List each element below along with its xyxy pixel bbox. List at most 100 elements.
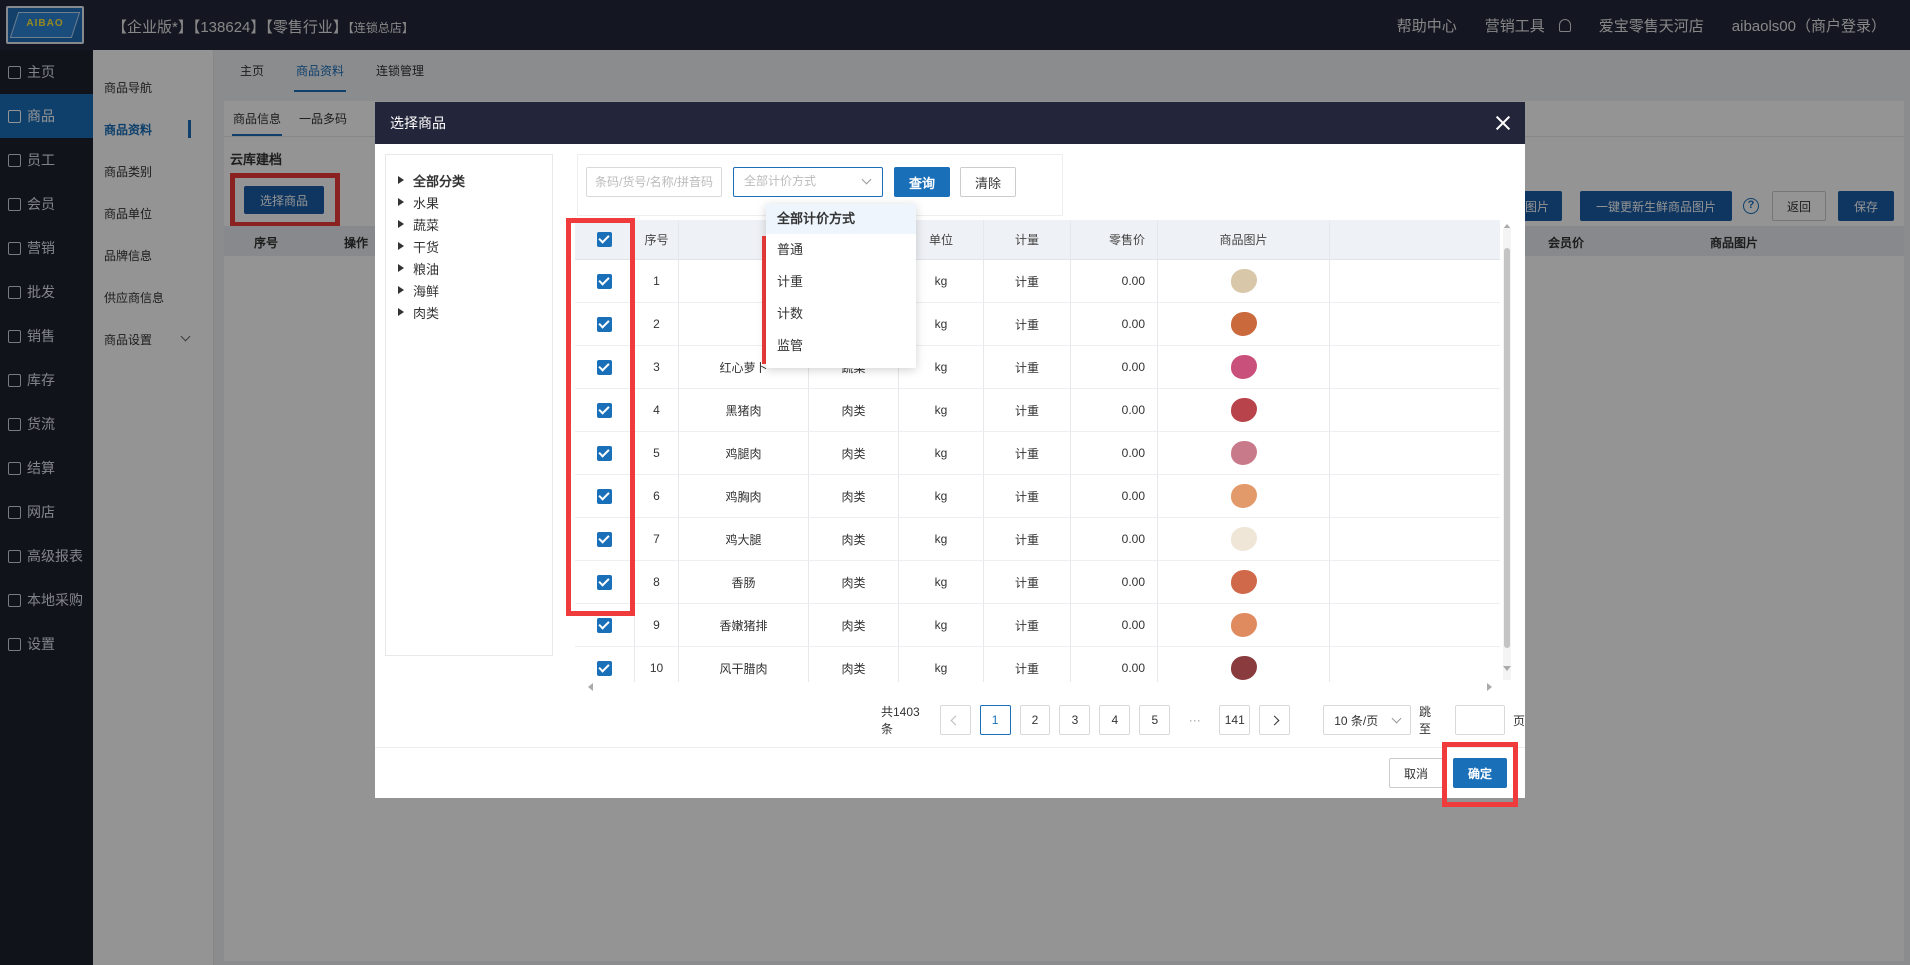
table-row[interactable]: 9 香嫩猪排 肉类 kg 计重 0.00	[575, 604, 1500, 647]
cell-no: 4	[635, 389, 679, 431]
product-thumbnail	[1230, 613, 1257, 637]
row-checkbox[interactable]	[597, 402, 612, 418]
clear-button[interactable]: 清除	[960, 167, 1016, 197]
cell-measure: 计重	[984, 389, 1071, 431]
table-row[interactable]: 6 鸡胸肉 肉类 kg 计重 0.00	[575, 475, 1500, 518]
tree-label: 粮油	[413, 261, 440, 277]
row-checkbox[interactable]	[597, 574, 612, 590]
cell-price: 0.00	[1071, 432, 1158, 474]
table-row[interactable]: 1肉类kg计重0.00	[575, 260, 1500, 303]
cell-unit: kg	[899, 647, 984, 682]
tree-item-all[interactable]: 全部分类	[386, 169, 552, 191]
modal-header: 选择商品	[375, 102, 1525, 144]
select-goods-modal: 选择商品 全部分类 水果 蔬菜 干货 粮油 海鲜 肉类 全部计价方式 查询 清除…	[375, 102, 1526, 807]
tree-item-seafood[interactable]: 海鲜	[386, 279, 552, 301]
close-icon[interactable]	[1493, 113, 1513, 133]
row-checkbox-cell	[575, 647, 635, 682]
cell-measure: 计重	[984, 346, 1071, 388]
pricing-option-count[interactable]: 计数	[766, 298, 916, 330]
tree-label: 水果	[413, 195, 440, 211]
chevron-down-icon	[861, 174, 872, 185]
tree-item-grain-oil[interactable]: 粮油	[386, 257, 552, 279]
product-thumbnail	[1230, 398, 1257, 422]
tree-item-meat[interactable]: 肉类	[386, 301, 552, 323]
page-3[interactable]: 3	[1059, 705, 1091, 735]
tree-label: 全部分类	[413, 173, 466, 189]
cell-pic	[1158, 518, 1330, 560]
scroll-thumb[interactable]	[1504, 248, 1510, 648]
product-thumbnail	[1230, 269, 1257, 293]
table-row[interactable]: 10 风干腊肉 肉类 kg 计重 0.00	[575, 647, 1500, 682]
product-thumbnail	[1230, 484, 1257, 508]
page-2[interactable]: 2	[1019, 705, 1051, 735]
row-checkbox[interactable]	[597, 660, 612, 676]
scroll-down-icon[interactable]	[1503, 666, 1511, 671]
row-checkbox[interactable]	[597, 488, 612, 504]
cell-measure: 计重	[984, 303, 1071, 345]
table-row[interactable]: 3红心萝卜蔬菜kg计重0.00	[575, 346, 1500, 389]
cell-unit: kg	[899, 518, 984, 560]
page-unit-label: 页	[1513, 713, 1526, 728]
product-thumbnail	[1230, 570, 1257, 594]
page-1[interactable]: 1	[979, 705, 1011, 735]
table-row[interactable]: 7 鸡大腿 肉类 kg 计重 0.00	[575, 518, 1500, 561]
row-checkbox[interactable]	[597, 531, 612, 547]
row-checkbox[interactable]	[597, 445, 612, 461]
row-checkbox[interactable]	[597, 359, 612, 375]
chevron-right-icon	[1269, 715, 1280, 725]
prev-page-button[interactable]	[939, 705, 971, 735]
cell-unit: kg	[899, 561, 984, 603]
tree-item-fruit[interactable]: 水果	[386, 191, 552, 213]
cell-price: 0.00	[1071, 647, 1158, 682]
confirm-button[interactable]: 确定	[1453, 758, 1507, 788]
page-size-select[interactable]: 10 条/页	[1323, 705, 1412, 735]
col-pic: 商品图片	[1158, 220, 1330, 259]
expand-triangle-icon	[398, 220, 404, 228]
table-row[interactable]: 4 黑猪肉 肉类 kg 计重 0.00	[575, 389, 1500, 432]
page-5[interactable]: 5	[1139, 705, 1171, 735]
cell-category: 肉类	[809, 604, 899, 646]
header-checkbox-cell	[575, 220, 635, 259]
pricing-option-all[interactable]: 全部计价方式	[766, 204, 916, 234]
pagination: 共1403条 1 2 3 4 5 ··· 141 10 条/页 跳至 页	[881, 705, 1526, 736]
col-price: 零售价	[1071, 220, 1158, 259]
pricing-option-weight[interactable]: 计重	[766, 266, 916, 298]
table-row[interactable]: 8 香肠 肉类 kg 计重 0.00	[575, 561, 1500, 604]
product-thumbnail	[1230, 355, 1257, 379]
tree-item-dry-goods[interactable]: 干货	[386, 235, 552, 257]
vertical-scrollbar[interactable]	[1503, 228, 1511, 680]
table-row[interactable]: 5 鸡腿肉 肉类 kg 计重 0.00	[575, 432, 1500, 475]
pricing-option-normal[interactable]: 普通	[766, 234, 916, 266]
cell-pic	[1158, 475, 1330, 517]
page-ellipsis[interactable]: ···	[1179, 705, 1211, 735]
row-checkbox-cell	[575, 432, 635, 474]
pricing-method-select[interactable]: 全部计价方式	[733, 167, 883, 197]
cancel-button[interactable]: 取消	[1389, 758, 1443, 788]
col-no: 序号	[635, 220, 679, 259]
cell-name: 香嫩猪排	[679, 604, 809, 646]
query-button[interactable]: 查询	[894, 167, 950, 197]
scroll-left-icon[interactable]	[588, 683, 593, 691]
cell-category: 肉类	[809, 389, 899, 431]
table-row[interactable]: 2蔬菜kg计重0.00	[575, 303, 1500, 346]
tree-item-vegetable[interactable]: 蔬菜	[386, 213, 552, 235]
page-last[interactable]: 141	[1219, 705, 1251, 735]
jump-page-input[interactable]	[1455, 705, 1506, 735]
select-all-checkbox[interactable]	[597, 232, 612, 247]
row-checkbox[interactable]	[597, 316, 612, 332]
row-checkbox-cell	[575, 260, 635, 302]
cell-pic	[1158, 389, 1330, 431]
pricing-option-supervised[interactable]: 监管	[766, 330, 916, 362]
chevron-down-icon	[1391, 713, 1402, 724]
cell-price: 0.00	[1071, 260, 1158, 302]
search-input[interactable]	[586, 167, 722, 197]
row-checkbox[interactable]	[597, 617, 612, 633]
next-page-button[interactable]	[1259, 705, 1291, 735]
cell-no: 7	[635, 518, 679, 560]
page-4[interactable]: 4	[1099, 705, 1131, 735]
tree-label: 蔬菜	[413, 217, 440, 233]
scroll-right-icon[interactable]	[1487, 683, 1492, 691]
cell-name: 鸡大腿	[679, 518, 809, 560]
row-checkbox[interactable]	[597, 273, 612, 289]
cell-category: 肉类	[809, 432, 899, 474]
